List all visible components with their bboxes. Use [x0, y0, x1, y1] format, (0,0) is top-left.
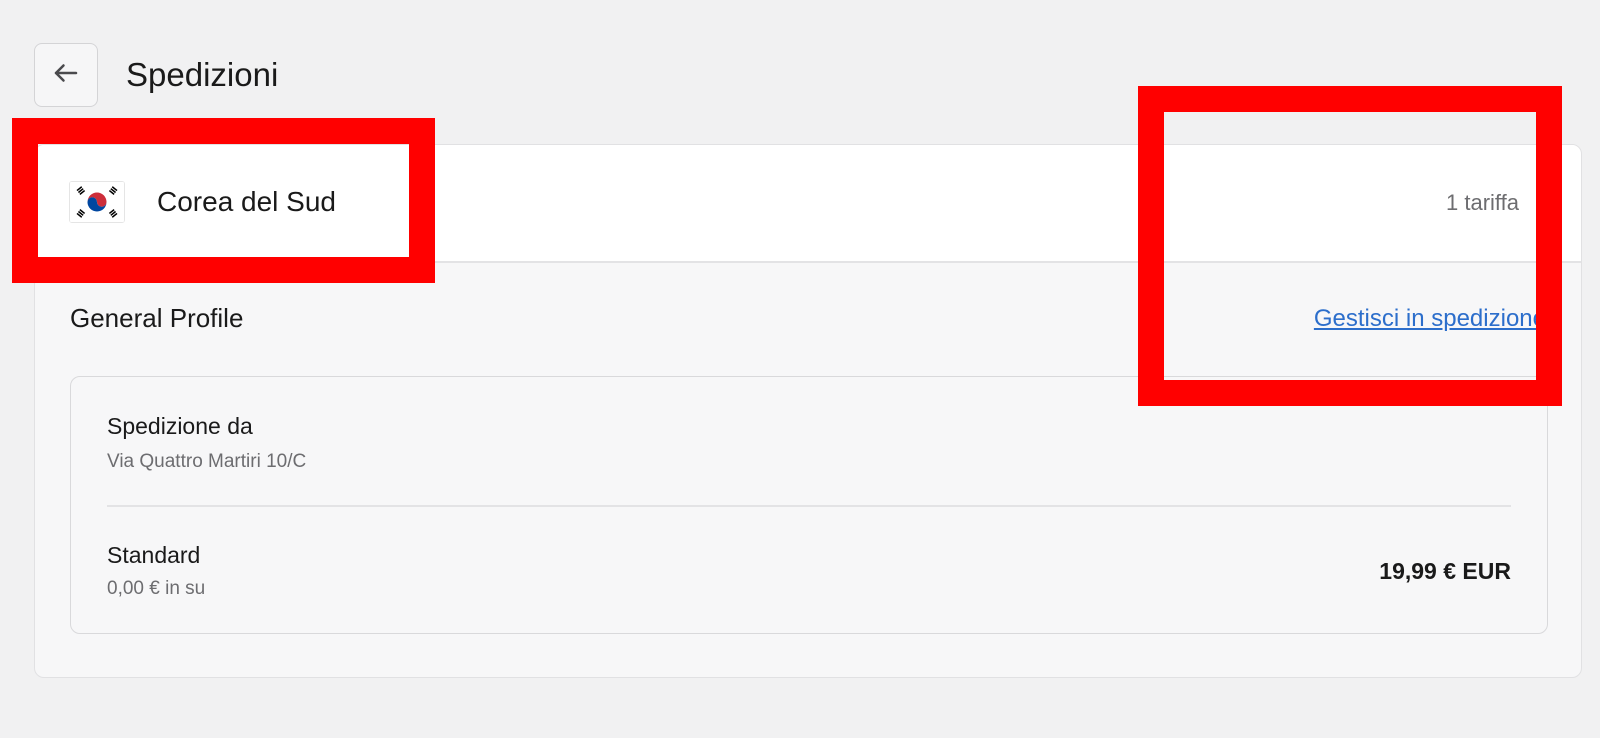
south-korea-flag-icon — [69, 181, 125, 223]
rate-condition: 0,00 € in su — [107, 578, 206, 599]
manage-in-shipping-link[interactable]: Gestisci in spedizione — [1314, 305, 1546, 333]
shipping-page: Spedizioni Corea del Sud 1 tariffa Gener… — [0, 0, 1600, 738]
rate-price: 19,99 € EUR — [1379, 558, 1511, 584]
country-name: Corea del Sud — [157, 186, 337, 217]
origin-label: Spedizione da — [107, 413, 253, 439]
page-title: Spedizioni — [126, 56, 279, 93]
rate-count: 1 tariffa — [1446, 190, 1519, 215]
origin-address: Via Quattro Martiri 10/C — [107, 451, 307, 472]
profile-name: General Profile — [70, 303, 244, 333]
country-row[interactable]: Corea del Sud 1 tariffa — [35, 145, 1581, 263]
shipping-zone-card: Corea del Sud 1 tariffa General Profile … — [34, 144, 1582, 678]
divider — [107, 505, 1511, 507]
rate-name: Standard — [107, 542, 201, 568]
arrow-left-icon — [51, 58, 81, 93]
rate-details-card: Spedizione da Via Quattro Martiri 10/C S… — [70, 376, 1548, 634]
back-button[interactable] — [34, 43, 98, 107]
